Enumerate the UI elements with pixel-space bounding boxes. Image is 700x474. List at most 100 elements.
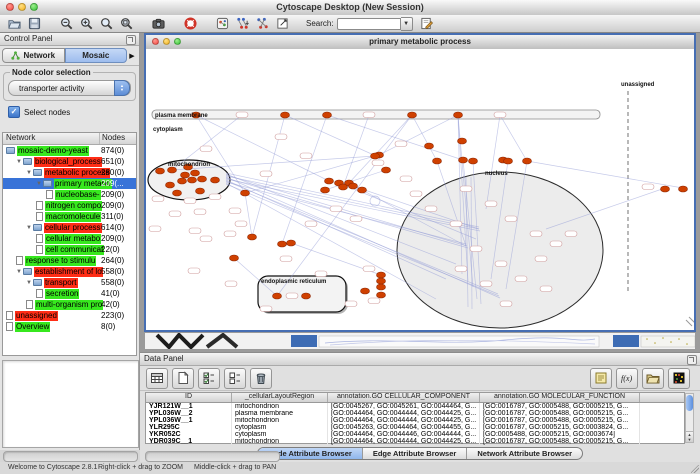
tab-network-attribute-browser[interactable]: Network Attribute Browser xyxy=(467,448,582,459)
network-node-label[interactable] xyxy=(470,246,482,252)
tree-row[interactable]: ▼establishment of lo558(0) xyxy=(3,266,136,277)
table-row[interactable]: YPL036W__1mitochondrion[GO:0044464, GO:0… xyxy=(146,417,684,424)
table-row[interactable]: YPL036W__2plasma membrane[GO:0044464, GO… xyxy=(146,410,684,417)
network-node-label[interactable] xyxy=(500,301,512,307)
network-node-label[interactable] xyxy=(209,194,221,200)
save-icon[interactable] xyxy=(26,16,42,31)
network-node[interactable] xyxy=(211,177,220,183)
tree-row[interactable]: multi-organism pro42(0) xyxy=(3,299,136,310)
network-node-label[interactable] xyxy=(275,134,287,140)
vizmapper-icon[interactable] xyxy=(214,16,230,31)
table-row[interactable]: YKR052Ccytoplasm[GO:0044464, GO:0044446,… xyxy=(146,431,684,438)
network-node[interactable] xyxy=(349,183,358,189)
network-node-label[interactable] xyxy=(495,261,507,267)
network-node[interactable] xyxy=(339,184,348,190)
network-node[interactable] xyxy=(198,176,207,182)
tree-column-network[interactable]: Network xyxy=(3,133,100,144)
unselect-attributes-icon[interactable] xyxy=(224,368,246,389)
network-edge[interactable] xyxy=(285,115,376,156)
tree-row[interactable]: nucleobase-209(0) xyxy=(3,189,136,200)
network-node[interactable] xyxy=(188,177,197,183)
tree-row[interactable]: ▼primary metabo209(... xyxy=(3,178,136,189)
network-node-label[interactable] xyxy=(530,231,542,237)
network-node[interactable] xyxy=(459,157,468,163)
matrix-icon[interactable] xyxy=(668,368,690,389)
expand-triangle-icon[interactable]: ▼ xyxy=(16,159,22,165)
network-node-label[interactable] xyxy=(236,112,248,118)
table-column-header[interactable]: ID xyxy=(146,393,232,402)
plasma-membrane-region[interactable] xyxy=(152,110,600,119)
table-row[interactable]: YDR039C__1mitochondrion[GO:0044464, GO:0… xyxy=(146,438,684,445)
network-node-label[interactable] xyxy=(152,196,164,202)
network-node[interactable] xyxy=(382,167,391,173)
network-node-label[interactable] xyxy=(550,241,562,247)
network-node-label[interactable] xyxy=(305,221,317,227)
network-node[interactable] xyxy=(458,138,467,144)
network-node-label[interactable] xyxy=(189,228,201,234)
network-edge[interactable] xyxy=(412,115,437,161)
network-node[interactable] xyxy=(377,278,386,284)
table-row[interactable]: YLR295Ccytoplasm[GO:0045263, GO:0044464,… xyxy=(146,424,684,431)
network-node-label[interactable] xyxy=(229,208,241,214)
network-node-label[interactable] xyxy=(400,176,412,182)
network-node[interactable] xyxy=(278,241,287,247)
network-node[interactable] xyxy=(377,284,386,290)
network-node[interactable] xyxy=(166,182,175,188)
network-node-label[interactable] xyxy=(194,209,206,215)
network-node-label[interactable] xyxy=(330,206,342,212)
annotation-icon[interactable] xyxy=(274,16,290,31)
tab-mosaic[interactable]: Mosaic xyxy=(65,48,128,63)
network-node[interactable] xyxy=(377,272,386,278)
layout-force-icon[interactable] xyxy=(254,16,270,31)
tree-row[interactable]: ▼biological_process651(0) xyxy=(3,156,136,167)
tree-row[interactable]: ▼transport558(0) xyxy=(3,277,136,288)
network-node-label[interactable] xyxy=(149,226,161,232)
network-node-label[interactable] xyxy=(455,266,467,272)
select-nodes-checkbox[interactable]: ✓ xyxy=(8,106,20,118)
network-node-label[interactable] xyxy=(235,221,247,227)
network-node-label[interactable] xyxy=(505,216,517,222)
network-node[interactable] xyxy=(661,186,670,192)
network-node[interactable] xyxy=(181,172,190,178)
network-node[interactable] xyxy=(454,112,463,118)
network-edge[interactable] xyxy=(500,115,527,161)
tree-row[interactable]: response to stimulu264(0) xyxy=(3,255,136,266)
network-node-label[interactable] xyxy=(260,306,272,312)
zoom-fit-icon[interactable] xyxy=(118,16,134,31)
network-node-label[interactable] xyxy=(188,268,200,274)
table-column-header[interactable]: annotation.GO MOLECULAR_FUNCTION xyxy=(480,393,640,402)
network-node[interactable] xyxy=(433,158,442,164)
expand-triangle-icon[interactable]: ▼ xyxy=(16,269,22,275)
network-node[interactable] xyxy=(173,190,182,196)
network-node[interactable] xyxy=(241,190,250,196)
scrollbar-arrows[interactable]: ▲▼ xyxy=(686,431,693,442)
network-node[interactable] xyxy=(377,292,386,298)
expand-triangle-icon[interactable]: ▼ xyxy=(26,225,32,231)
tab-overflow-arrow[interactable]: ▶ xyxy=(127,52,137,60)
tree-row[interactable]: ▼metabolic process280(0) xyxy=(3,167,136,178)
tree-row[interactable]: unassigned223(0) xyxy=(3,310,136,321)
network-node[interactable] xyxy=(178,178,187,184)
network-view-titlebar[interactable]: primary metabolic process xyxy=(146,35,694,50)
network-node-label[interactable] xyxy=(200,146,212,152)
network-node-label[interactable] xyxy=(450,221,462,227)
network-node-label[interactable] xyxy=(372,160,384,166)
tree-row[interactable]: macromolecule311(0) xyxy=(3,211,136,222)
network-node-label[interactable] xyxy=(540,286,552,292)
formula-icon[interactable]: f(x) xyxy=(616,368,638,389)
network-node-label[interactable] xyxy=(480,281,492,287)
network-node-label[interactable] xyxy=(494,112,506,118)
network-node-label[interactable] xyxy=(280,256,292,262)
expand-triangle-icon[interactable]: ▼ xyxy=(36,181,42,187)
table-row[interactable]: YJR121W__1mitochondrion[GO:0045267, GO:0… xyxy=(146,403,684,410)
network-node[interactable] xyxy=(504,158,513,164)
network-node[interactable] xyxy=(469,158,478,164)
network-node-label[interactable] xyxy=(363,266,375,272)
float-panel-icon[interactable] xyxy=(126,35,136,45)
network-node-label[interactable] xyxy=(300,153,312,159)
tab-network[interactable]: Network xyxy=(2,48,65,63)
table-column-header[interactable]: _cellularLayoutRegion xyxy=(232,393,328,402)
network-node-label[interactable] xyxy=(345,301,357,307)
network-node[interactable] xyxy=(425,143,434,149)
snapshot-icon[interactable] xyxy=(150,16,166,31)
